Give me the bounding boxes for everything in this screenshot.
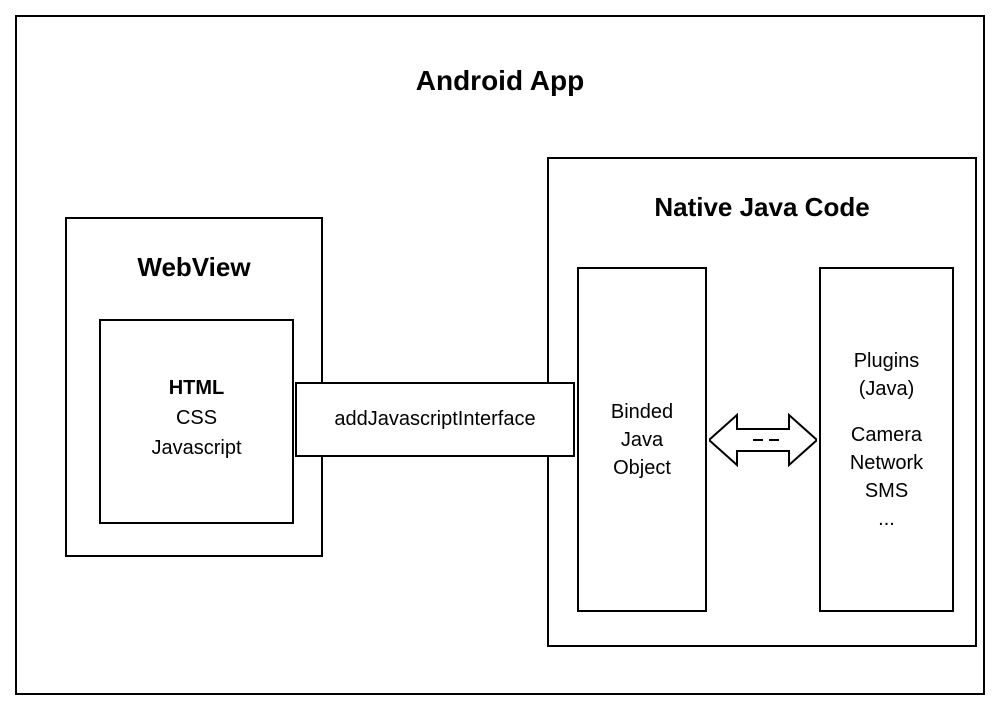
native-title: Native Java Code xyxy=(654,192,869,223)
connector-addjavascriptinterface: addJavascriptInterface xyxy=(295,382,575,457)
plugins-box: Plugins (Java) Camera Network SMS ... xyxy=(819,267,954,612)
native-container: Native Java Code Binded Java Object Plug… xyxy=(547,157,977,647)
plugins-line-6: ... xyxy=(878,505,895,533)
webview-line-html: HTML xyxy=(101,373,292,403)
binded-line-3: Object xyxy=(613,454,671,482)
webview-title: WebView xyxy=(137,252,250,283)
outer-title: Android App xyxy=(416,65,584,97)
binded-line-2: Java xyxy=(621,426,663,454)
webview-line-css: CSS xyxy=(101,403,292,433)
plugins-line-3: Camera xyxy=(851,421,922,449)
bidirectional-arrow-icon xyxy=(709,409,817,471)
plugins-line-1: Plugins xyxy=(854,347,920,375)
plugins-line-4: Network xyxy=(850,449,923,477)
plugins-line-5: SMS xyxy=(865,477,908,505)
binded-java-object-box: Binded Java Object xyxy=(577,267,707,612)
webview-inner-box: HTML CSS Javascript xyxy=(99,319,294,524)
connector-label: addJavascriptInterface xyxy=(334,408,535,431)
webview-container: WebView HTML CSS Javascript xyxy=(65,217,323,557)
android-app-container: Android App WebView HTML CSS Javascript … xyxy=(15,15,985,695)
binded-line-1: Binded xyxy=(611,398,673,426)
webview-line-js: Javascript xyxy=(101,433,292,463)
plugins-line-2: (Java) xyxy=(859,375,915,403)
